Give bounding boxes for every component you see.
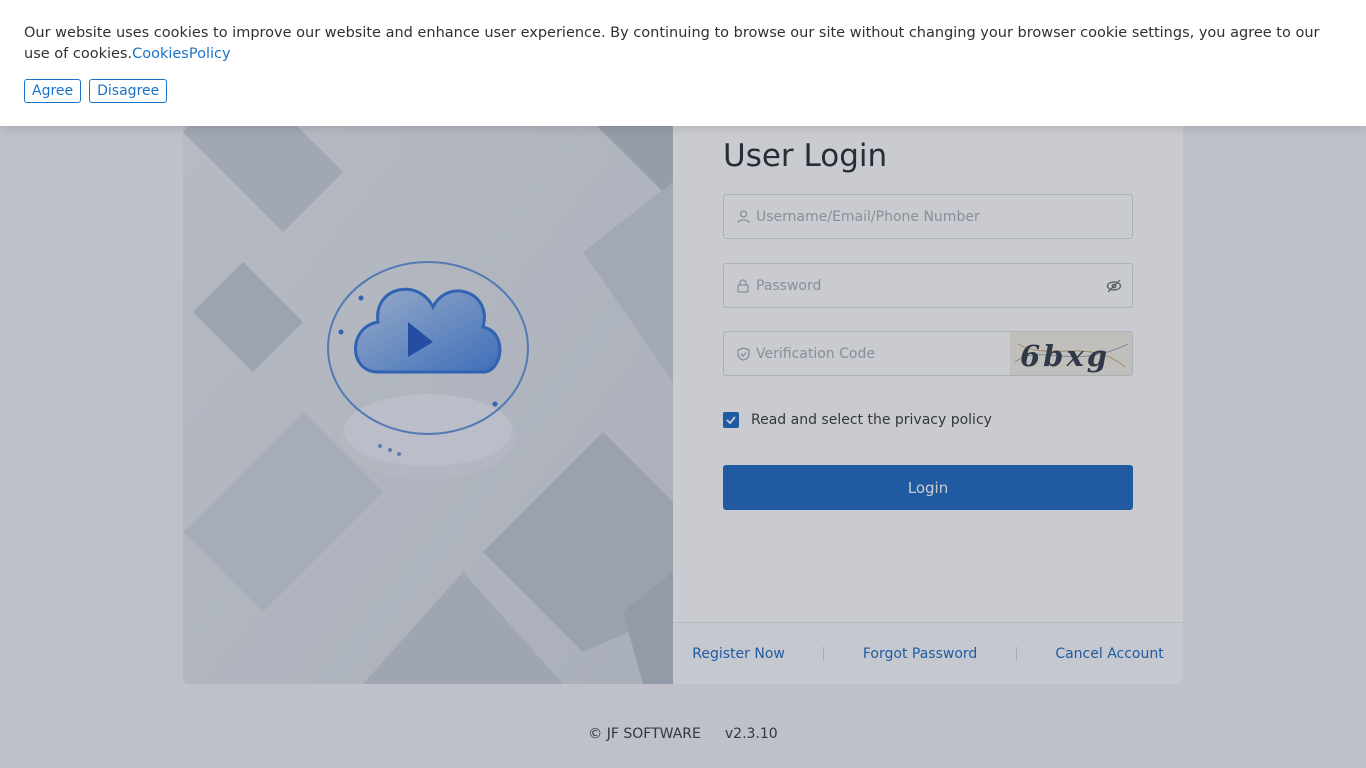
login-form: User Login Username/Email/Phone Number V… xyxy=(673,52,1183,684)
register-now-link[interactable]: Register Now xyxy=(692,646,785,662)
login-button[interactable]: Login xyxy=(723,465,1133,510)
user-icon xyxy=(736,209,750,224)
privacy-label: Read and select the privacy policy xyxy=(751,412,992,428)
privacy-checkbox[interactable] xyxy=(723,412,739,428)
form-footer-links: Register Now Forgot Password Cancel Acco… xyxy=(673,622,1183,684)
password-input[interactable] xyxy=(756,264,1106,307)
link-divider xyxy=(823,646,825,661)
cancel-account-link[interactable]: Cancel Account xyxy=(1055,646,1163,662)
lock-icon xyxy=(736,278,750,293)
checkmark-icon xyxy=(726,416,736,424)
captcha-text: 6bxg xyxy=(1020,339,1110,373)
verification-input[interactable] xyxy=(756,332,1010,375)
shield-icon xyxy=(736,346,750,361)
login-title: User Login xyxy=(723,138,888,174)
app-version: v2.3.10 xyxy=(724,726,778,742)
cookie-actions: Agree Disagree xyxy=(24,79,1342,103)
eye-off-icon[interactable] xyxy=(1106,278,1122,294)
cookie-message: Our website uses cookies to improve our … xyxy=(24,23,1342,65)
verification-field[interactable] xyxy=(723,331,1011,376)
login-card: User Login Username/Email/Phone Number V… xyxy=(183,52,1183,684)
disagree-button[interactable]: Disagree xyxy=(89,79,168,103)
cloud-illustration xyxy=(183,52,673,684)
password-field[interactable] xyxy=(723,263,1133,308)
link-divider xyxy=(1015,646,1017,661)
copyright-owner: © JF SOFTWARE xyxy=(588,726,701,742)
username-input[interactable] xyxy=(756,195,1132,238)
privacy-row: Read and select the privacy policy xyxy=(723,412,992,428)
cookies-policy-link[interactable]: CookiesPolicy xyxy=(132,46,230,62)
agree-button[interactable]: Agree xyxy=(24,79,82,103)
username-field[interactable] xyxy=(723,194,1133,239)
captcha-image[interactable]: 6bxg xyxy=(1010,331,1133,376)
cookie-banner: Our website uses cookies to improve our … xyxy=(0,0,1366,126)
forgot-password-link[interactable]: Forgot Password xyxy=(863,646,977,662)
copyright-footer: © JF SOFTWARE v2.3.10 xyxy=(0,726,1366,742)
